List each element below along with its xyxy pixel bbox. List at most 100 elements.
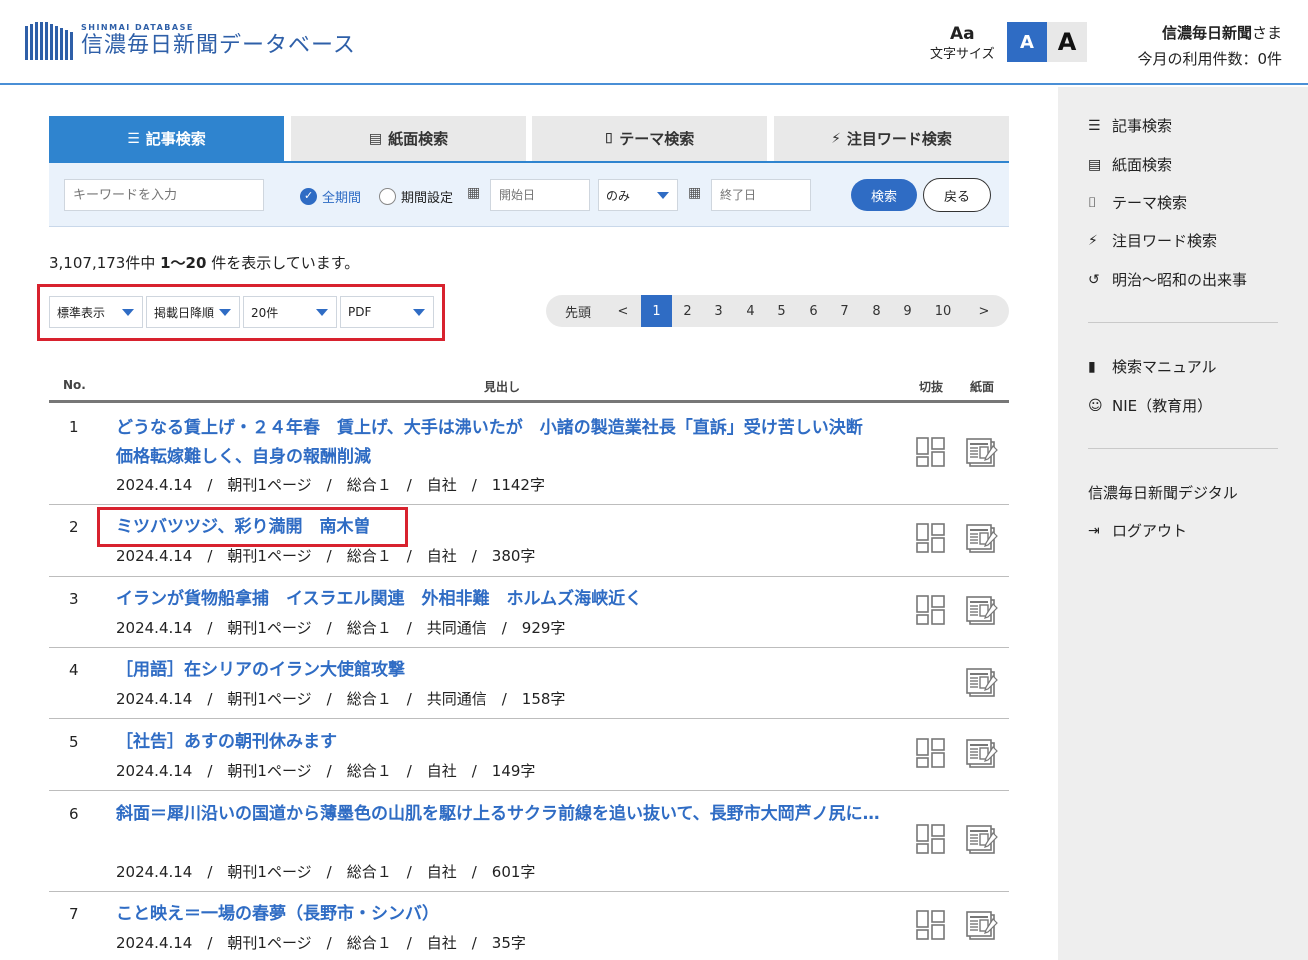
sidebar-item-trending-search[interactable]: ⚡ 注目ワード検索 xyxy=(1088,230,1217,251)
font-size-small-button[interactable]: A xyxy=(1007,22,1047,62)
history-icon: ↺ xyxy=(1088,271,1100,288)
result-count: 3,107,173件中 1〜20 件を表示しています。 xyxy=(49,252,359,273)
back-button[interactable]: 戻る xyxy=(923,178,991,212)
clipping-icon[interactable] xyxy=(916,437,946,467)
sidebar-item-nie[interactable]: ☺ NIE（教育用） xyxy=(1088,395,1212,416)
font-size-large-button[interactable]: A xyxy=(1047,22,1087,62)
start-date-input[interactable] xyxy=(490,179,590,211)
font-size-label: 文字サイズ xyxy=(930,47,995,62)
article-title-link[interactable]: こと映え＝一場の春夢（長野市・シンバ） xyxy=(116,900,896,929)
article-meta: 2024.4.14 / 朝刊1ページ / 総合１ / 共同通信 / 158字 xyxy=(116,690,566,708)
pager-page[interactable]: 3 xyxy=(703,295,734,327)
row-divider xyxy=(49,891,1009,892)
paper-view-icon[interactable] xyxy=(966,909,998,941)
result-total: 3,107,173件中 xyxy=(49,254,156,272)
user-suffix: さま xyxy=(1251,24,1282,42)
pager-page[interactable]: 9 xyxy=(892,295,923,327)
result-range: 1〜20 xyxy=(160,254,207,272)
site-logo[interactable]: SHINMAI DATABASE 信濃毎日新聞データベース xyxy=(25,22,356,60)
tab-article-search[interactable]: ☰ 記事検索 xyxy=(49,116,284,161)
period-mode-value: のみ xyxy=(606,188,631,203)
pager-page[interactable]: 2 xyxy=(672,295,703,327)
sidebar-item-label: 注目ワード検索 xyxy=(1112,232,1218,250)
pager-page[interactable]: 5 xyxy=(766,295,797,327)
paper-view-icon[interactable] xyxy=(966,522,998,554)
article-title-link[interactable]: イランが貨物船拿捕 イスラエル関連 外相非難 ホルムズ海峡近く xyxy=(116,585,896,614)
bolt-icon: ⚡ xyxy=(1088,232,1098,249)
clipping-icon[interactable] xyxy=(916,910,946,940)
row-number: 6 xyxy=(69,805,79,823)
pager-page[interactable]: 7 xyxy=(829,295,860,327)
sidebar-item-shinmai-digital[interactable]: 信濃毎日新聞デジタル xyxy=(1088,482,1238,503)
pager-page[interactable]: 1 xyxy=(641,295,672,327)
article-meta: 2024.4.14 / 朝刊1ページ / 総合１ / 自社 / 601字 xyxy=(116,863,536,881)
sidebar-item-logout[interactable]: ⇥ ログアウト xyxy=(1088,520,1187,541)
paper-view-icon[interactable] xyxy=(966,737,998,769)
column-no: No. xyxy=(63,378,86,392)
pager-next[interactable]: > xyxy=(969,295,999,327)
clipping-icon[interactable] xyxy=(916,824,946,854)
sidebar-item-history[interactable]: ↺ 明治〜昭和の出来事 xyxy=(1088,269,1247,290)
sidebar-item-manual[interactable]: ▮ 検索マニュアル xyxy=(1088,356,1217,377)
period-setting-label: 期間設定 xyxy=(401,191,454,206)
sidebar-item-label: 記事検索 xyxy=(1112,117,1173,135)
logout-icon: ⇥ xyxy=(1088,522,1100,539)
article-title-link[interactable]: どうなる賃上げ・２４年春 賃上げ、大手は沸いたが 小諸の製造業社長「直訴」受け苦… xyxy=(116,414,896,472)
clipping-icon[interactable] xyxy=(916,595,946,625)
sidebar-item-label: 検索マニュアル xyxy=(1112,358,1217,376)
table-header-divider xyxy=(49,400,1009,403)
article-meta: 2024.4.14 / 朝刊1ページ / 総合１ / 自社 / 149字 xyxy=(116,762,536,780)
article-title-link[interactable]: ［用語］在シリアのイラン大使館攻撃 xyxy=(116,656,896,685)
row-number: 1 xyxy=(69,418,79,436)
sidebar-item-theme-search[interactable]: ⌷ テーマ検索 xyxy=(1088,192,1187,213)
logo-subtitle: SHINMAI DATABASE xyxy=(81,23,194,32)
paper-view-icon[interactable] xyxy=(966,594,998,626)
chevron-down-icon xyxy=(657,192,669,199)
row-divider xyxy=(49,718,1009,719)
sidebar-item-article-search[interactable]: ☰ 記事検索 xyxy=(1088,115,1172,136)
pager-page[interactable]: 6 xyxy=(798,295,829,327)
user-info: 信濃毎日新聞さま 今月の利用件数：0件 xyxy=(1137,20,1282,72)
font-size-icon: Aa xyxy=(949,24,975,44)
sidebar-item-label: ログアウト xyxy=(1112,522,1188,540)
end-date-input[interactable] xyxy=(711,179,811,211)
pager-prev[interactable]: < xyxy=(608,295,638,327)
pager-page[interactable]: 10 xyxy=(926,295,960,327)
sidebar: ☰ 記事検索 ▤ 紙面検索 ⌷ テーマ検索 ⚡ 注目ワード検索 ↺ 明治〜昭和の出来事 ▮… xyxy=(1058,87,1308,960)
tab-label: 注目ワード検索 xyxy=(846,130,952,148)
paper-view-icon[interactable] xyxy=(966,666,998,698)
radio-checked-icon xyxy=(300,188,317,205)
clipping-icon[interactable] xyxy=(916,738,946,768)
row-divider xyxy=(49,504,1009,505)
row-number: 7 xyxy=(69,905,79,923)
article-meta: 2024.4.14 / 朝刊1ページ / 総合１ / 自社 / 1142字 xyxy=(116,476,545,494)
tab-theme-search[interactable]: ⌷ テーマ検索 xyxy=(532,116,767,161)
column-paper: 紙面 xyxy=(970,380,995,394)
calendar-icon[interactable]: ▦ xyxy=(688,185,701,201)
bookmark-icon: ⌷ xyxy=(1088,194,1097,211)
row-divider xyxy=(49,576,1009,577)
pager-first[interactable]: 先頭 xyxy=(552,295,604,327)
tab-trending-search[interactable]: ⚡ 注目ワード検索 xyxy=(774,116,1009,161)
radio-unchecked-icon xyxy=(379,188,396,205)
pager-page[interactable]: 4 xyxy=(735,295,766,327)
paper-view-icon[interactable] xyxy=(966,823,998,855)
clipping-icon[interactable] xyxy=(916,523,946,553)
search-button[interactable]: 検索 xyxy=(851,179,917,211)
keyword-input[interactable] xyxy=(64,179,264,211)
article-title-link[interactable]: ［社告］あすの朝刊休みます xyxy=(116,728,896,757)
period-setting-radio[interactable]: 期間設定 xyxy=(379,187,453,206)
list-icon: ☰ xyxy=(1088,117,1101,134)
paper-view-icon[interactable] xyxy=(966,436,998,468)
usage-count: 今月の利用件数：0件 xyxy=(1137,50,1282,68)
search-bar: 全期間 期間設定 ▦ のみ ▦ 検索 戻る xyxy=(49,163,1009,227)
calendar-icon[interactable]: ▦ xyxy=(467,185,480,201)
pagination: 先頭 < 1 2 3 4 5 6 7 8 9 10 > xyxy=(546,295,1009,327)
sidebar-item-paper-search[interactable]: ▤ 紙面検索 xyxy=(1088,154,1172,175)
article-title-link[interactable]: 斜面＝犀川沿いの国道から薄墨色の山肌を駆け上るサクラ前線を追い抜いて、長野市大岡… xyxy=(116,800,896,829)
tab-paper-search[interactable]: ▤ 紙面検索 xyxy=(291,116,526,161)
pager-page[interactable]: 8 xyxy=(861,295,892,327)
period-mode-select[interactable]: のみ xyxy=(598,179,678,211)
row-divider xyxy=(49,647,1009,648)
all-period-radio[interactable]: 全期間 xyxy=(300,187,361,206)
